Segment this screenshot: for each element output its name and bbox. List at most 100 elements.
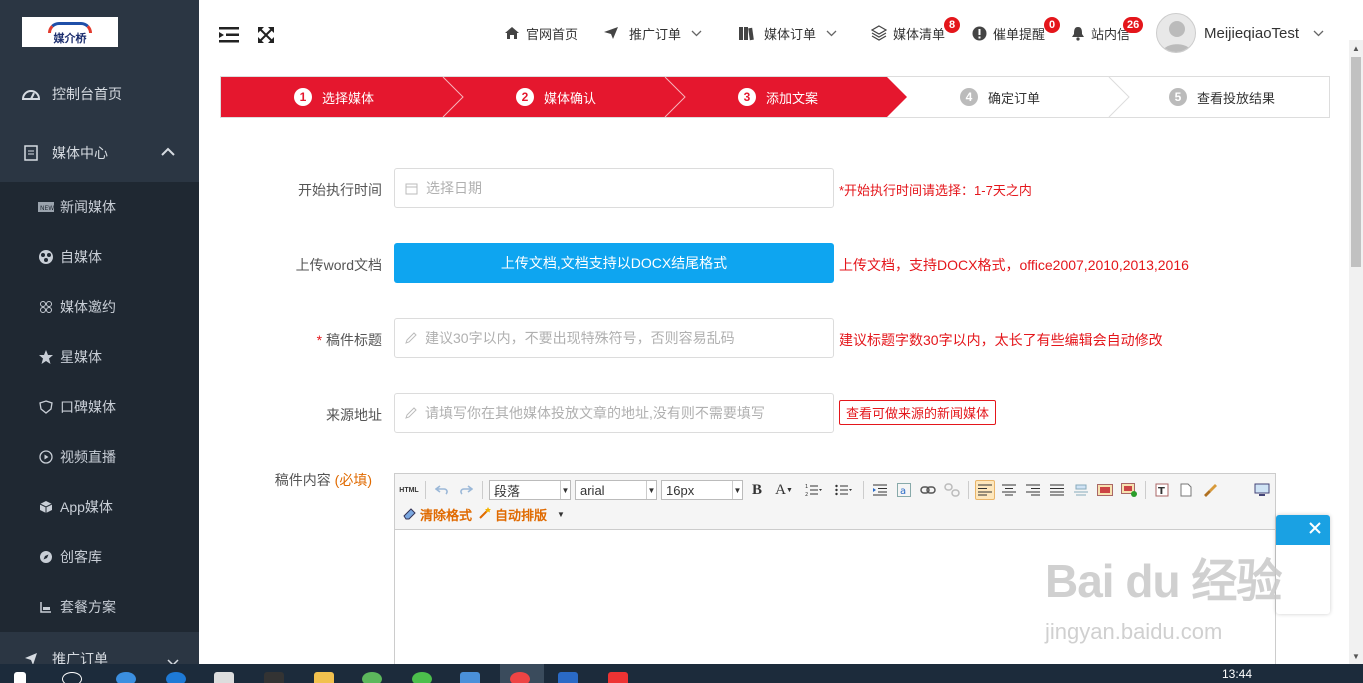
media-list-badge: 8: [944, 17, 960, 33]
view-source-media-button[interactable]: 查看可做来源的新闻媒体: [839, 400, 997, 425]
fullscreen-icon[interactable]: [257, 26, 275, 47]
store-icon[interactable]: [214, 672, 234, 683]
browser-icon[interactable]: [116, 672, 136, 683]
ordered-list-icon[interactable]: 12: [801, 480, 827, 500]
more-dropdown-icon[interactable]: ▼: [557, 510, 565, 519]
undo-icon[interactable]: [432, 480, 452, 500]
app-icon[interactable]: [362, 672, 382, 683]
folder-icon[interactable]: [314, 672, 334, 683]
nav-urge-reminder[interactable]: 催单提醒: [972, 8, 1045, 58]
align-justify-icon[interactable]: [1047, 480, 1067, 500]
user-menu[interactable]: MeijieqiaoTest: [1204, 8, 1324, 58]
new-page-icon[interactable]: [1176, 480, 1196, 500]
paste-text-icon[interactable]: T: [1152, 480, 1172, 500]
mail-icon[interactable]: [460, 672, 480, 683]
upload-hint: 上传文档，支持DOCX格式，office2007,2010,2013,2016: [839, 257, 1189, 273]
chrome-icon[interactable]: [510, 672, 530, 683]
html-source-button[interactable]: HTML: [399, 480, 419, 500]
topbar: 官网首页 推广订单 媒体订单 媒体清单 8 催单提醒 0 站内信 26 Meij…: [199, 8, 1363, 58]
ps-icon[interactable]: [558, 672, 578, 683]
font-family-select[interactable]: arial ▼: [575, 480, 657, 500]
sidebar-item-live-video[interactable]: 视频直播: [0, 432, 199, 482]
start-menu-icon[interactable]: [14, 672, 26, 683]
sidebar-item-reputation-media[interactable]: 口碑媒体: [0, 382, 199, 432]
sidebar-item-label: 套餐方案: [60, 599, 116, 615]
auto-layout-button[interactable]: 自动排版: [478, 505, 547, 524]
align-center-icon[interactable]: [999, 480, 1019, 500]
multi-image-icon[interactable]: [1119, 480, 1139, 500]
sidebar-item-media-invite[interactable]: 媒体邀约: [0, 282, 199, 332]
close-icon[interactable]: [1308, 521, 1322, 538]
toolbar-separator: [425, 481, 426, 499]
chevron-down-icon: [826, 30, 837, 37]
toolbar-separator: [863, 481, 864, 499]
sidebar-item-app-media[interactable]: App媒体: [0, 482, 199, 532]
title-label: * 稿件标题: [222, 330, 382, 350]
preview-icon[interactable]: [1252, 480, 1272, 500]
sidebar-item-package-plan[interactable]: 套餐方案: [0, 582, 199, 632]
app-icon[interactable]: [264, 672, 284, 683]
sidebar-item-star-media[interactable]: 星媒体: [0, 332, 199, 382]
chevron-down-icon: [691, 30, 702, 37]
image-icon[interactable]: [1095, 480, 1115, 500]
nav-messages[interactable]: 站内信: [1071, 8, 1130, 58]
edge-icon[interactable]: [166, 672, 186, 683]
unlink-icon[interactable]: [942, 480, 962, 500]
avatar[interactable]: [1156, 13, 1196, 53]
horizontal-rule-icon[interactable]: [1071, 480, 1091, 500]
dropdown-arrow-icon: ▼: [646, 481, 656, 499]
search-icon[interactable]: [62, 672, 82, 683]
nav-media-list[interactable]: 媒体清单: [871, 8, 945, 58]
sidebar-item-maker-library[interactable]: 创客库: [0, 532, 199, 582]
scroll-down-arrow-icon[interactable]: ▼: [1349, 648, 1363, 664]
sidebar-item-news-media[interactable]: NEW 新闻媒体: [0, 182, 199, 232]
wechat-icon[interactable]: [412, 672, 432, 683]
start-date-input[interactable]: 选择日期: [394, 168, 834, 208]
shield-icon: [38, 399, 54, 415]
font-color-icon[interactable]: A ▼: [771, 480, 797, 500]
link-icon[interactable]: [918, 480, 938, 500]
nav-promo-orders[interactable]: 推广订单: [603, 8, 702, 58]
svg-text:a: a: [900, 486, 906, 497]
anchor-icon[interactable]: a: [894, 480, 914, 500]
sidebar: 媒介桥 控制台首页 媒体中心 NEW 新闻媒体 自媒体 媒体邀约 星媒体 口碑媒…: [0, 0, 199, 664]
paragraph-select[interactable]: 段落 ▼: [489, 480, 571, 500]
dropdown-arrow-icon: ▼: [560, 481, 570, 499]
menu-toggle-icon[interactable]: [219, 26, 239, 47]
nav-label: 官网首页: [526, 26, 579, 42]
username: MeijieqiaoTest: [1204, 24, 1300, 42]
source-url-input[interactable]: 请填写你在其他媒体投放文章的地址,没有则不需要填写: [394, 393, 834, 433]
package-icon: [38, 599, 54, 615]
sidebar-group-promo-orders[interactable]: 推广订单: [0, 632, 199, 664]
title-input[interactable]: 建议30字以内，不要出现特殊符号，否则容易乱码: [394, 318, 834, 358]
scroll-up-arrow-icon[interactable]: ▲: [1349, 40, 1363, 56]
nav-home[interactable]: 官网首页: [504, 8, 578, 58]
order-steps: 1 选择媒体 2 媒体确认 3 添加文案 4 确定订单 5 查看投放结果: [220, 76, 1330, 118]
calendar-icon: [405, 182, 418, 195]
font-size-select[interactable]: 16px ▼: [661, 480, 743, 500]
format-brush-icon[interactable]: [1200, 480, 1220, 500]
app-icon[interactable]: [608, 672, 628, 683]
brand-logo[interactable]: 媒介桥: [22, 17, 118, 47]
page-scrollbar[interactable]: ▲ ▼: [1349, 40, 1363, 664]
align-left-icon[interactable]: [975, 480, 995, 500]
sidebar-item-self-media[interactable]: 自媒体: [0, 232, 199, 282]
clear-format-button[interactable]: 清除格式: [403, 505, 472, 524]
play-icon: [38, 449, 54, 465]
sidebar-group-media-center[interactable]: 媒体中心: [0, 124, 199, 182]
redo-icon[interactable]: [456, 480, 476, 500]
align-right-icon[interactable]: [1023, 480, 1043, 500]
compass-icon: [38, 549, 54, 565]
sidebar-item-home[interactable]: 控制台首页: [0, 64, 199, 124]
nav-media-orders[interactable]: 媒体订单: [738, 8, 837, 58]
topbar-tools: [219, 26, 275, 47]
alert-icon: [972, 26, 987, 41]
unordered-list-icon[interactable]: [831, 480, 857, 500]
input-placeholder: 选择日期: [426, 180, 482, 196]
scrollbar-thumb[interactable]: [1351, 57, 1361, 267]
sidebar-item-label: 星媒体: [60, 349, 102, 365]
indent-icon[interactable]: [870, 480, 890, 500]
bold-icon[interactable]: B: [747, 480, 767, 500]
news-icon: NEW: [38, 199, 54, 215]
upload-word-button[interactable]: 上传文档,文档支持以DOCX结尾格式: [394, 243, 834, 283]
